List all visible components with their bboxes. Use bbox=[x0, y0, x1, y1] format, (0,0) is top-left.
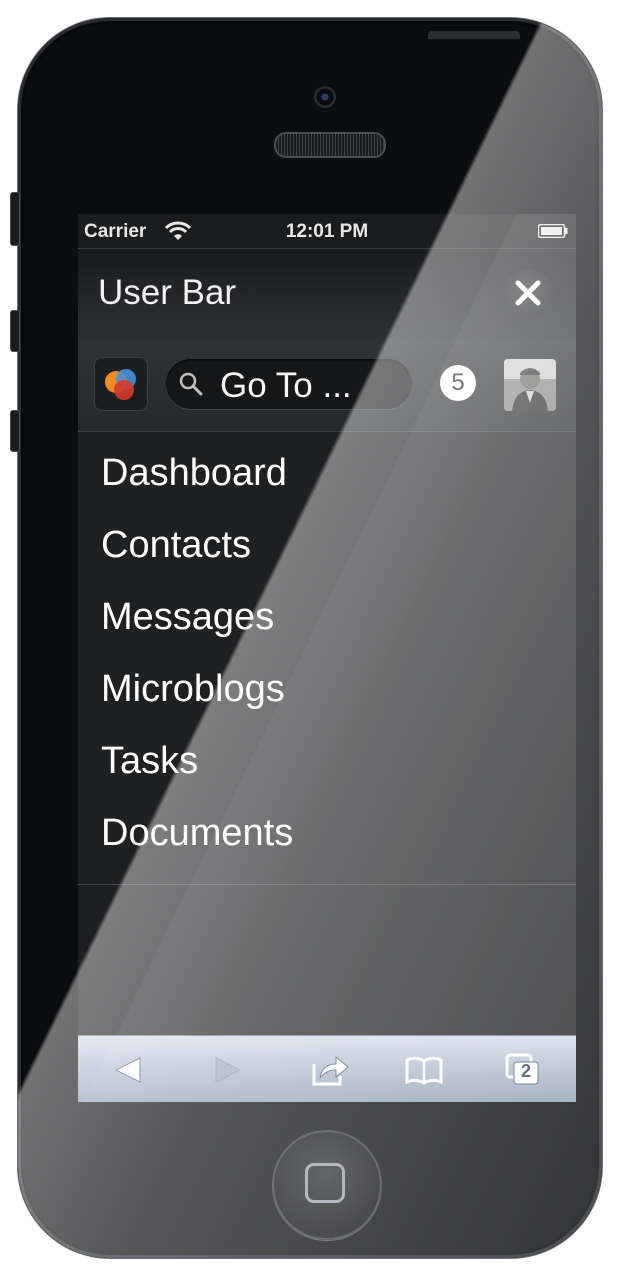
earpiece-speaker bbox=[274, 132, 386, 158]
battery-icon bbox=[538, 224, 568, 238]
close-icon bbox=[515, 280, 541, 306]
bookmarks-icon[interactable] bbox=[404, 1052, 444, 1088]
home-square-icon bbox=[305, 1163, 345, 1203]
user-toolbar: Go To ... 5 bbox=[78, 339, 576, 432]
phone-frame: Carrier 12:01 PM User Bar Go To ... 5 Da… bbox=[18, 18, 602, 1258]
search-icon bbox=[179, 372, 203, 396]
goto-search-input[interactable]: Go To ... bbox=[166, 359, 412, 409]
screen: Carrier 12:01 PM User Bar Go To ... 5 Da… bbox=[78, 214, 576, 1102]
menu-item-dashboard[interactable]: Dashboard bbox=[101, 452, 287, 495]
power-button bbox=[428, 31, 520, 39]
menu-list: Dashboard Contacts Messages Microblogs T… bbox=[78, 432, 576, 885]
status-bar: Carrier 12:01 PM bbox=[78, 214, 576, 249]
share-icon[interactable] bbox=[310, 1052, 350, 1088]
volume-down-button bbox=[10, 410, 20, 452]
mute-switch bbox=[10, 192, 20, 246]
front-camera bbox=[314, 86, 336, 108]
menu-item-tasks[interactable]: Tasks bbox=[101, 740, 198, 783]
close-button[interactable] bbox=[504, 269, 552, 317]
back-icon[interactable] bbox=[108, 1052, 148, 1088]
status-time: 12:01 PM bbox=[285, 221, 369, 242]
volume-up-button bbox=[10, 310, 20, 352]
app-logo-button[interactable] bbox=[94, 357, 148, 411]
menu-item-messages[interactable]: Messages bbox=[101, 596, 274, 639]
browser-toolbar: 2 bbox=[78, 1035, 576, 1102]
app-logo-icon bbox=[105, 369, 136, 400]
search-placeholder: Go To ... bbox=[220, 366, 352, 405]
home-button[interactable] bbox=[272, 1130, 382, 1240]
menu-item-documents[interactable]: Documents bbox=[101, 812, 293, 855]
menu-item-contacts[interactable]: Contacts bbox=[101, 524, 251, 567]
forward-icon[interactable] bbox=[208, 1052, 248, 1088]
userbar-header: User Bar bbox=[78, 249, 576, 339]
user-avatar-icon bbox=[504, 359, 556, 411]
avatar[interactable] bbox=[504, 359, 556, 411]
notification-badge[interactable]: 5 bbox=[440, 365, 476, 401]
menu-item-microblogs[interactable]: Microblogs bbox=[101, 668, 285, 711]
tab-count: 2 bbox=[520, 1061, 531, 1081]
page-title: User Bar bbox=[98, 273, 237, 312]
